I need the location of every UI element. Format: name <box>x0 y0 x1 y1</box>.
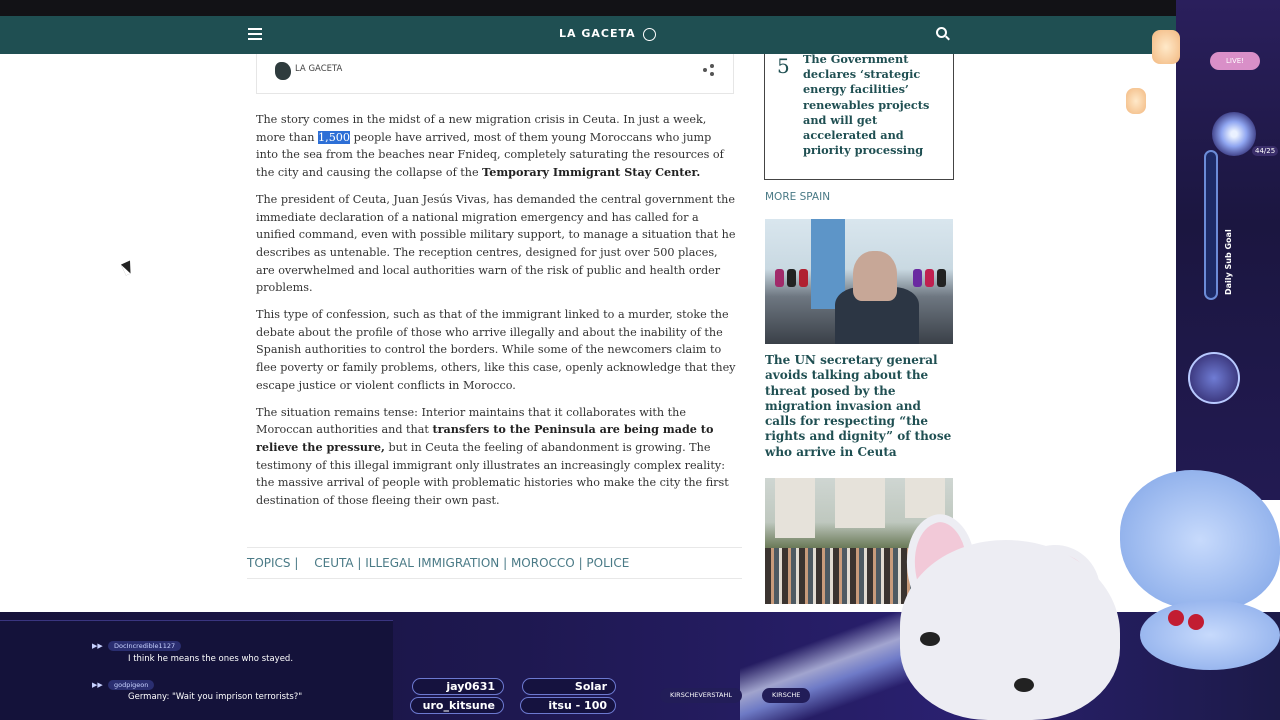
chat-message: Germany: "Wait you imprison terrorists?" <box>128 692 303 702</box>
sub-goal-bar <box>1204 150 1218 300</box>
mascot-bow <box>1140 600 1280 670</box>
topic-link[interactable]: POLICE <box>586 556 629 570</box>
article-paragraph: The situation remains tense: Interior ma… <box>256 405 729 508</box>
mascot-head <box>900 540 1120 720</box>
chat-message: I think he means the ones who stayed. <box>128 654 294 664</box>
article-body: The story comes in the midst of a new mi… <box>256 111 736 519</box>
article-paragraph: The story comes in the midst of a new mi… <box>256 113 724 180</box>
recent-event-ribbon: jay0631 <box>412 678 504 695</box>
sub-goal-label: Daily Sub Goal <box>1224 229 1233 295</box>
news-headline[interactable]: The UN secretary general avoids talking … <box>765 353 955 460</box>
sub-goal-count: 44/25 <box>1252 146 1279 156</box>
mascot-eye <box>1014 678 1034 692</box>
chat-username: godpigeon <box>108 680 155 690</box>
live-badge: LIVE! <box>1210 52 1260 70</box>
author-logo-icon <box>275 62 291 80</box>
author-name[interactable]: LA GACETA <box>295 64 342 74</box>
screen: LA GACETA LA GACETA The story comes in t… <box>0 0 1280 720</box>
chat-panel: ▶▶ DocIncredible1127 I think he means th… <box>0 620 393 720</box>
social-discord: KIRSCHE <box>762 688 811 703</box>
recent-event-ribbon: uro_kitsune <box>410 697 504 714</box>
star-orb-icon <box>1188 352 1240 404</box>
browser-top-strip <box>0 0 1280 16</box>
more-spain-heading[interactable]: MORE SPAIN <box>765 191 830 203</box>
selected-text: 1,500 <box>318 130 351 144</box>
most-read-item[interactable]: 5 The Government declares ‘strategic ene… <box>764 52 954 180</box>
recent-event-ribbon: Solar <box>522 678 616 695</box>
logo-globe-icon <box>642 27 656 41</box>
most-read-number: 5 <box>777 54 790 78</box>
site-logo-text: LA GACETA <box>559 27 636 40</box>
mascot-eye <box>920 632 940 646</box>
most-read-title[interactable]: The Government declares ‘strategic energ… <box>803 52 945 158</box>
lantern-icon <box>1126 88 1146 114</box>
cherry-icon <box>1168 610 1184 626</box>
chat-arrow-icon: ▶▶ <box>92 642 103 650</box>
topic-link[interactable]: MOROCCO <box>511 556 575 570</box>
article-paragraph: This type of confession, such as that of… <box>256 308 736 392</box>
topic-link[interactable]: CEUTA <box>314 556 353 570</box>
recent-event-ribbon: itsu - 100 <box>520 697 616 714</box>
news-image-un-press[interactable] <box>765 219 953 344</box>
sparkle-orb-icon <box>1212 112 1256 156</box>
chat-username: DocIncredible1127 <box>108 641 182 651</box>
chat-arrow-icon: ▶▶ <box>92 681 103 689</box>
topics-label: TOPICS | <box>247 556 299 570</box>
menu-icon[interactable] <box>248 28 262 40</box>
social-twitter: KIRSCHEVERSTAHL <box>660 688 742 703</box>
site-header: LA GACETA <box>0 16 1190 54</box>
author-box: LA GACETA <box>256 54 734 94</box>
lantern-icon <box>1152 30 1180 64</box>
topic-link[interactable]: ILLEGAL IMMIGRATION <box>365 556 499 570</box>
share-icon[interactable] <box>703 64 715 76</box>
cherry-icon <box>1188 614 1204 630</box>
site-logo[interactable]: LA GACETA <box>559 27 656 41</box>
topics-bar: TOPICS | CEUTA | ILLEGAL IMMIGRATION | M… <box>247 547 742 579</box>
article-paragraph: The president of Ceuta, Juan Jesús Vivas… <box>256 192 736 295</box>
search-icon[interactable] <box>936 27 947 38</box>
mouse-cursor-icon <box>120 260 136 276</box>
